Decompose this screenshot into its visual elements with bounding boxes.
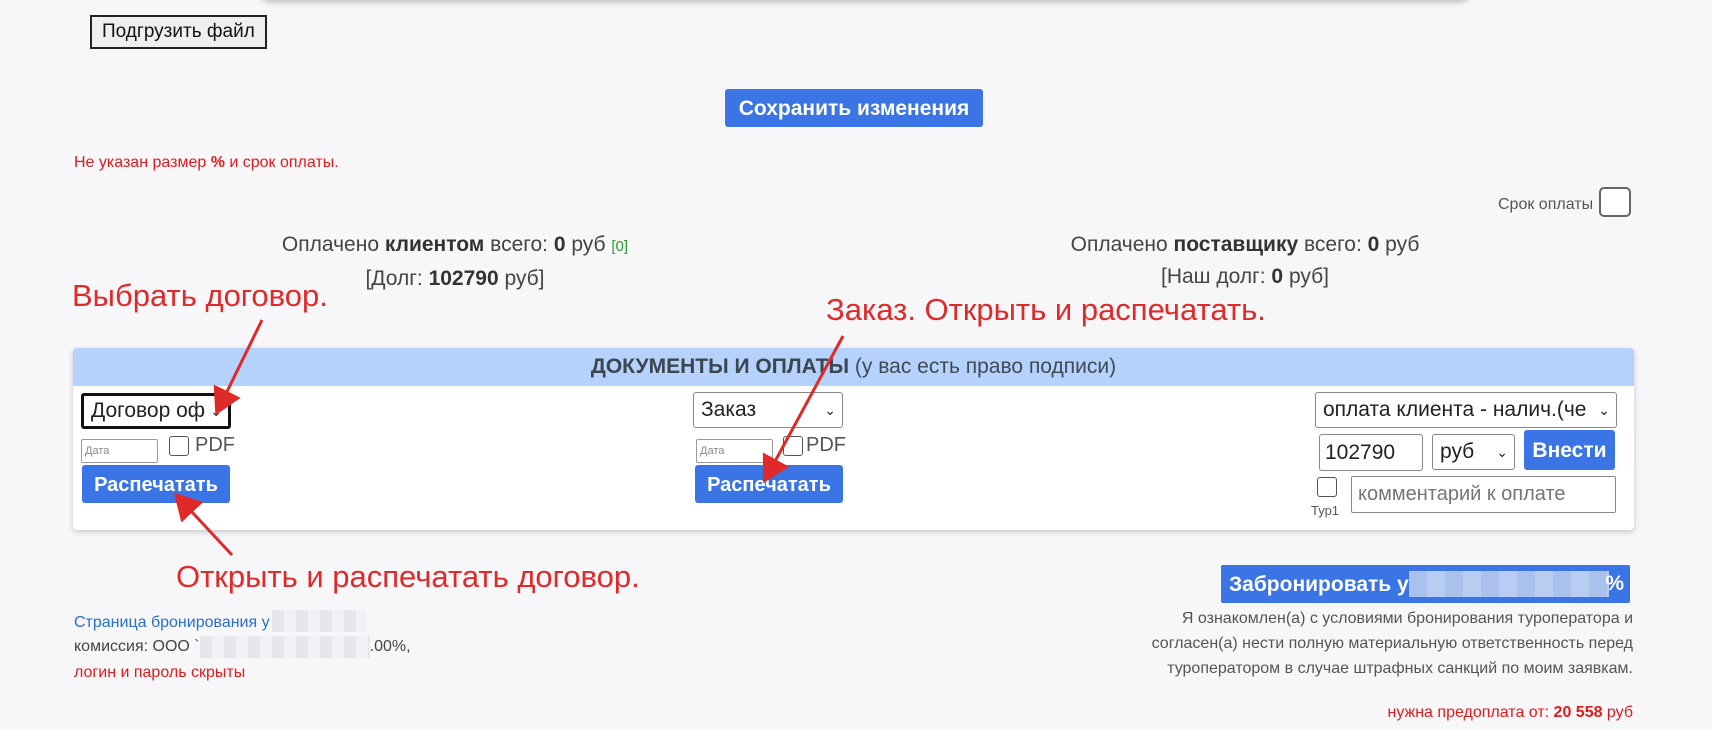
chevron-down-icon: ⌄: [1598, 402, 1610, 418]
client-payments-link[interactable]: [0]: [611, 238, 628, 255]
contract-pdf-checkbox[interactable]: [169, 436, 189, 456]
order-select[interactable]: Заказ ⌄: [693, 392, 843, 428]
annotation-order: Заказ. Открыть и распечатать.: [826, 292, 1266, 327]
payment-due-checkbox[interactable]: [1599, 187, 1631, 217]
documents-payments-panel: ДОКУМЕНТЫ И ОПЛАТЫ (у вас есть право под…: [73, 348, 1634, 530]
payment-type-select[interactable]: оплата клиента - налич.(че ⌄: [1315, 392, 1617, 428]
pdf-label: PDF: [806, 434, 846, 456]
enter-payment-button[interactable]: Внести: [1524, 430, 1615, 470]
prepayment-text: нужна предоплата от: 20 558 руб: [1387, 704, 1634, 721]
payment-due-label: Срок оплаты: [1498, 196, 1594, 213]
chevron-down-icon: ⌄: [210, 403, 222, 419]
panel-header: ДОКУМЕНТЫ И ОПЛАТЫ (у вас есть право под…: [73, 348, 1634, 386]
print-order-button[interactable]: Распечатать: [695, 465, 843, 503]
chevron-down-icon: ⌄: [1496, 444, 1508, 460]
login-hidden-text: логин и пароль скрыты: [74, 664, 246, 681]
supplier-paid-summary: Оплачено поставщику всего: 0 руб [Наш до…: [1070, 233, 1420, 288]
currency-select[interactable]: руб ⌄: [1432, 434, 1515, 470]
upload-file-button[interactable]: Подгрузить файл: [90, 15, 267, 49]
order-date-input[interactable]: Дата: [696, 439, 773, 463]
booking-agreement-text: Я ознакомлен(а) с условиями бронирования…: [1151, 610, 1633, 677]
payment-amount-input[interactable]: 102790: [1319, 434, 1423, 471]
contract-date-input[interactable]: Дата: [81, 439, 158, 463]
tour-checkbox[interactable]: [1317, 477, 1337, 497]
book-button[interactable]: Забронировать у%: [1221, 565, 1630, 603]
tour-label: Тур1: [1311, 503, 1340, 518]
order-pdf-checkbox[interactable]: [783, 436, 803, 456]
warning-text: Не указан размер % и срок оплаты.: [74, 154, 339, 171]
payment-comment-input[interactable]: [1351, 476, 1616, 513]
print-contract-button[interactable]: Распечатать: [82, 465, 230, 503]
annotation-choose-contract: Выбрать договор.: [72, 278, 328, 313]
redacted-operator: [1409, 571, 1609, 597]
redacted-operator-name: [272, 610, 366, 632]
booking-page-link[interactable]: Страница бронирования у: [74, 614, 270, 632]
save-changes-button[interactable]: Сохранить изменения: [725, 89, 983, 127]
contract-select[interactable]: Договор оф ⌄: [81, 393, 231, 429]
pdf-label: PDF: [195, 434, 235, 456]
chevron-down-icon: ⌄: [824, 402, 836, 418]
annotation-print-contract: Открыть и распечатать договор.: [176, 559, 640, 594]
redacted-company-name: [200, 636, 370, 658]
